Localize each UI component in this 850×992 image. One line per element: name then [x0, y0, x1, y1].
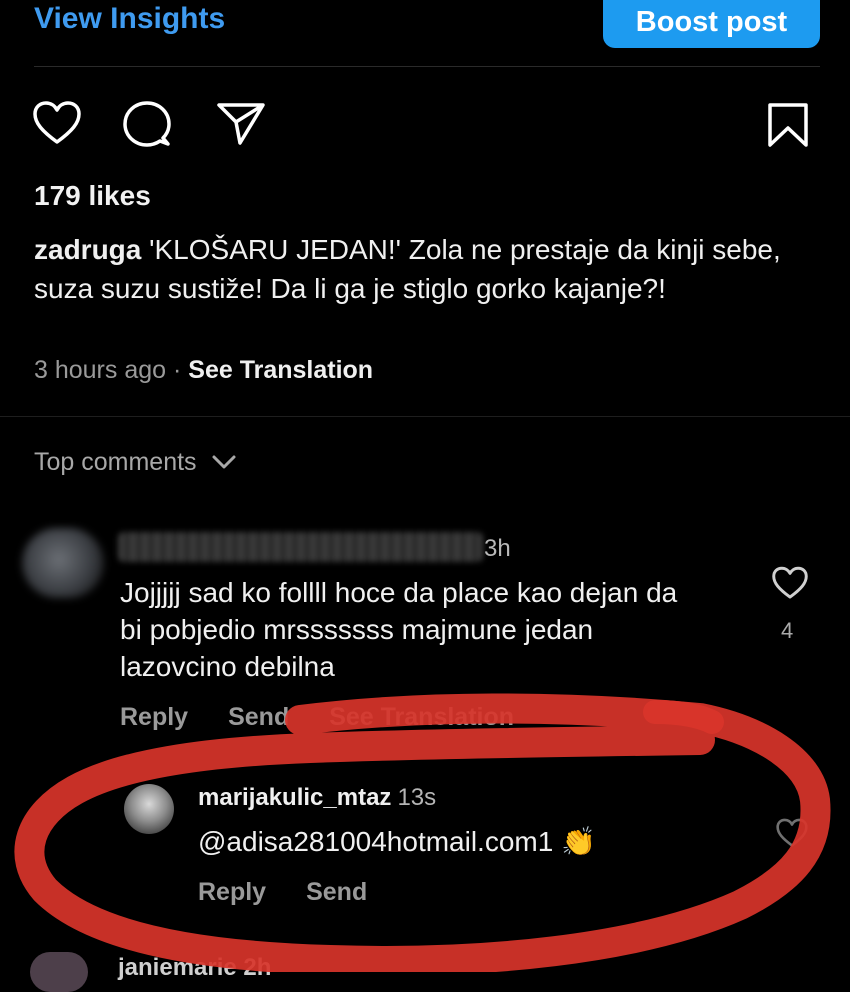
see-translation-button[interactable]: See Translation — [329, 703, 514, 732]
comment-actions: Reply Send See Translation — [120, 703, 514, 732]
reply-text: @adisa281004hotmail.com1 👏 — [198, 826, 596, 857]
reply-username[interactable]: marijakulic_mtaz — [198, 784, 391, 811]
avatar[interactable] — [124, 784, 174, 834]
top-comments-dropdown[interactable]: Top comments — [34, 448, 237, 477]
meta-separator: · — [173, 356, 182, 384]
top-comments-label: Top comments — [34, 448, 197, 476]
post-meta: 3 hours ago · See Translation — [34, 356, 373, 385]
blurred-username — [118, 532, 483, 562]
reply-time: 13s — [397, 784, 437, 811]
heart-icon[interactable] — [32, 100, 82, 146]
post-time: 3 hours ago — [34, 356, 167, 384]
comment-text: Jojjjjj sad ko follll hoce da place kao … — [120, 577, 678, 682]
post-caption: zadruga 'KLOŠARU JEDAN!' Zola ne prestaj… — [34, 230, 824, 308]
reply-button[interactable]: Reply — [198, 878, 266, 907]
partial-username[interactable]: janiemarie 2h — [118, 954, 271, 982]
comment-like-count: 4 — [781, 618, 794, 643]
comment-time: 3h — [484, 535, 511, 562]
section-divider — [0, 416, 850, 417]
reply-header: marijakulic_mtaz 13s — [198, 784, 436, 812]
view-insights-link[interactable]: View Insights — [34, 2, 225, 36]
reply-actions: Reply Send — [198, 878, 367, 907]
caption-text: 'KLOŠARU JEDAN!' Zola ne prestaje da kin… — [34, 234, 781, 304]
chevron-down-icon — [211, 448, 237, 477]
reply-button[interactable]: Reply — [120, 703, 188, 732]
boost-post-button[interactable]: Boost post — [603, 0, 820, 48]
comment-icon[interactable] — [122, 100, 172, 148]
bookmark-icon[interactable] — [766, 102, 810, 148]
send-button[interactable]: Send — [228, 703, 289, 732]
caption-username[interactable]: zadruga — [34, 234, 141, 265]
avatar[interactable] — [30, 952, 88, 992]
heart-icon[interactable] — [771, 566, 809, 600]
see-translation-link[interactable]: See Translation — [188, 356, 373, 384]
share-icon[interactable] — [216, 100, 266, 146]
divider — [34, 66, 820, 67]
send-button[interactable]: Send — [306, 878, 367, 907]
avatar[interactable] — [22, 528, 104, 598]
likes-count[interactable]: 179 likes — [34, 180, 151, 212]
heart-icon[interactable] — [775, 818, 809, 848]
